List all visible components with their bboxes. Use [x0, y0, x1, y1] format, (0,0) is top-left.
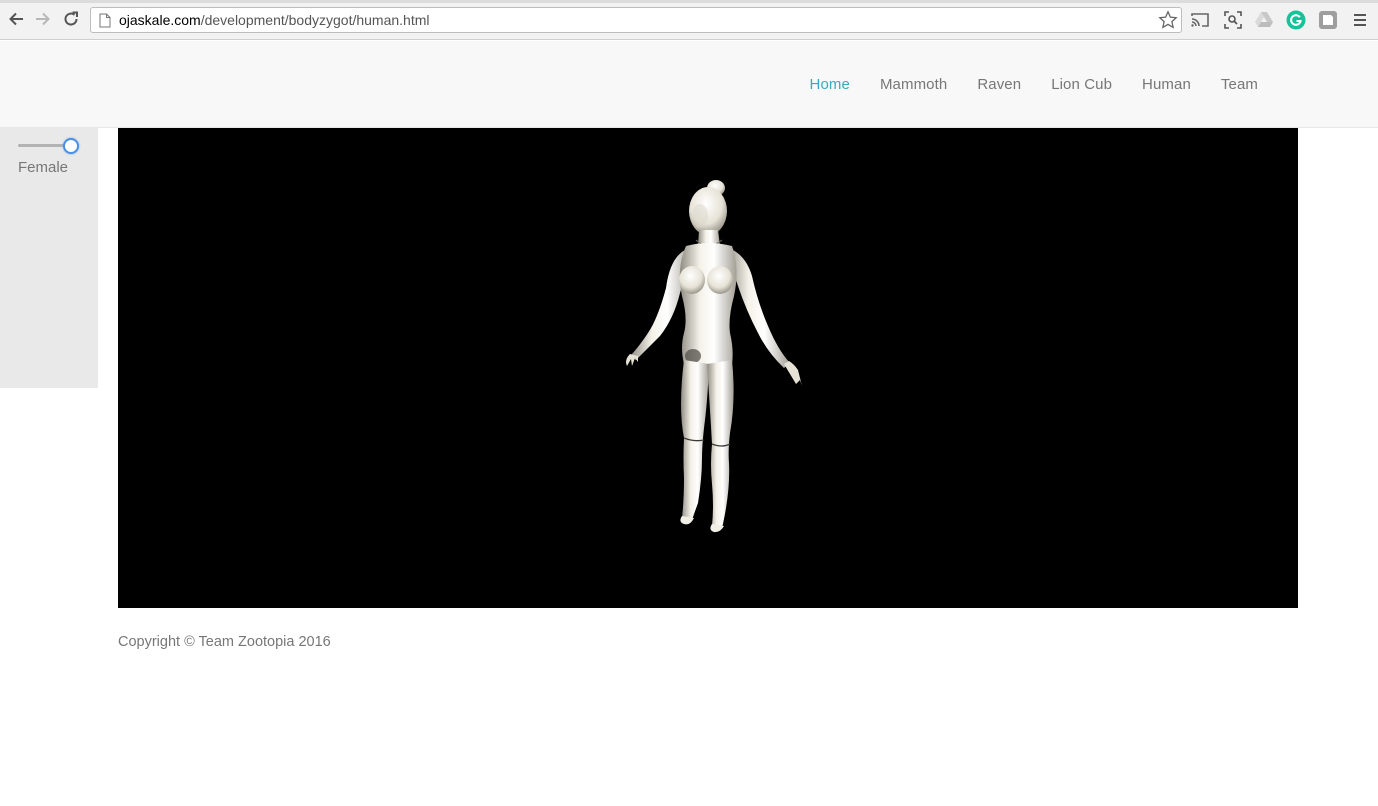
nav-link-mammoth[interactable]: Mammoth [880, 76, 947, 93]
model-viewer-canvas[interactable] [118, 128, 1298, 608]
figure-body [626, 180, 802, 533]
back-button[interactable] [5, 8, 27, 30]
nav-link-raven[interactable]: Raven [977, 76, 1021, 93]
nav-link-home[interactable]: Home [810, 76, 850, 93]
control-panel: Female [0, 128, 98, 388]
extension-icon [1319, 11, 1337, 29]
main-nav: Home Mammoth Raven Lion Cub Human Team [780, 41, 1258, 128]
reload-button[interactable] [60, 8, 82, 30]
human-model-figure [626, 180, 802, 533]
gender-slider[interactable] [18, 136, 80, 154]
drive-icon [1255, 12, 1273, 27]
nav-link-lion-cub[interactable]: Lion Cub [1051, 76, 1112, 93]
url-host: ojaskale.com [119, 12, 201, 28]
url-path: /development/bodyzygot/human.html [200, 12, 430, 28]
forward-arrow-icon [36, 12, 50, 26]
cast-icon [1191, 13, 1209, 27]
browser-toolbar: ojaskale.com/development/bodyzygot/human… [0, 0, 1378, 40]
reload-icon [64, 11, 78, 26]
drive-extension-button[interactable] [1253, 9, 1275, 31]
page-icon [99, 13, 111, 27]
forward-button[interactable] [32, 8, 54, 30]
bookmark-star-icon[interactable] [1158, 10, 1178, 30]
address-bar[interactable]: ojaskale.com/development/bodyzygot/human… [90, 7, 1182, 33]
nav-link-team[interactable]: Team [1221, 76, 1258, 93]
hamburger-menu-icon [1354, 14, 1366, 26]
nav-link-human[interactable]: Human [1142, 76, 1191, 93]
screen-capture-icon [1224, 11, 1242, 29]
grammarly-icon [1286, 10, 1306, 30]
browser-menu-button[interactable] [1349, 9, 1371, 31]
extension-button[interactable] [1317, 9, 1339, 31]
back-arrow-icon [9, 12, 23, 26]
site-header: Home Mammoth Raven Lion Cub Human Team [0, 41, 1378, 128]
slider-thumb[interactable] [63, 138, 79, 154]
footer-copyright: Copyright © Team Zootopia 2016 [118, 634, 331, 650]
tab-strip [0, 0, 1378, 3]
grammarly-extension-button[interactable] [1285, 9, 1307, 31]
cast-button[interactable] [1189, 9, 1211, 31]
screenshot-extension-button[interactable] [1222, 9, 1244, 31]
gender-label: Female [18, 159, 69, 176]
